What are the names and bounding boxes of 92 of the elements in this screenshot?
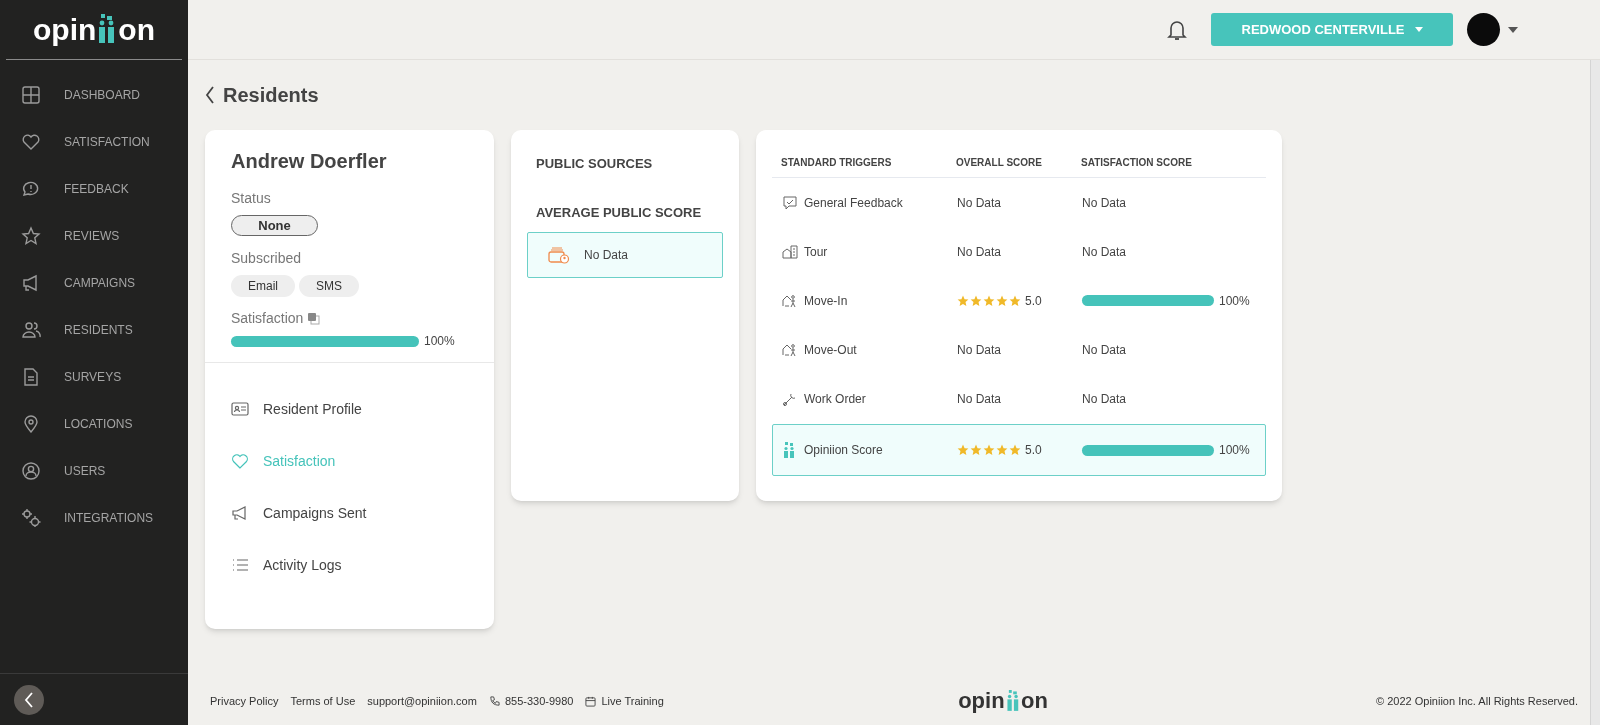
star-icon [996, 444, 1008, 456]
trigger-name: Work Order [804, 390, 866, 408]
star-icon [957, 444, 969, 456]
gears-icon [21, 507, 41, 528]
logo-mark-icon [1005, 689, 1020, 712]
wallet-person-icon [548, 246, 570, 264]
profile-nav-item[interactable]: Campaigns Sent [231, 487, 468, 539]
table-cell-text: No Data [1082, 243, 1127, 261]
column-header: OVERALL SCORE [956, 155, 1043, 170]
column-header: STANDARD TRIGGERS [781, 155, 893, 170]
heart-icon [21, 131, 41, 152]
people-icon [21, 319, 41, 340]
percent-text: 100% [424, 333, 455, 350]
rating-value: 5.0 [1025, 442, 1042, 459]
dashboard-icon [21, 84, 41, 105]
section-title: AVERAGE PUBLIC SCORE [535, 203, 703, 222]
star-icon [970, 294, 982, 307]
trigger-name: Opiniion Score [804, 442, 883, 459]
back-icon[interactable] [205, 86, 215, 104]
page-title: Residents [223, 83, 319, 108]
profile-nav-item[interactable]: Resident Profile [231, 383, 468, 435]
copy-icon[interactable] [307, 312, 321, 325]
chevron-left-icon [24, 691, 34, 708]
table-cell-text: No Data [957, 194, 1002, 212]
star-icon [1009, 444, 1021, 456]
sidebar-item[interactable]: CAMPAIGNS [0, 259, 188, 306]
star-icon [983, 444, 995, 456]
field-label: Subscribed [231, 249, 303, 268]
sidebar-item[interactable]: LOCATIONS [0, 400, 188, 447]
phone-link[interactable]: 855-330-9980 [488, 692, 574, 710]
status-badge: None [231, 215, 318, 236]
field-label: Status [231, 189, 272, 208]
sidebar-item[interactable]: RESIDENTS [0, 306, 188, 353]
location-pin-icon [21, 413, 41, 434]
trigger-name: Tour [804, 243, 828, 261]
star-icon [1009, 294, 1021, 307]
star-icon [970, 444, 982, 456]
star-icon [996, 294, 1008, 307]
column-header: SATISFACTION SCORE [1081, 155, 1193, 170]
table-cell-text: No Data [1082, 194, 1127, 212]
sidebar-item[interactable]: USERS [0, 447, 188, 494]
collapse-button[interactable] [14, 684, 44, 715]
calendar-icon [585, 695, 597, 707]
table-cell-text: No Data [1082, 390, 1127, 408]
buildings-icon [782, 243, 798, 260]
heart-icon [231, 452, 249, 470]
logo: opin on [958, 689, 1048, 713]
channel-tag: Email [231, 275, 295, 297]
user-circle-icon [21, 460, 41, 481]
sidebar-item[interactable]: INTEGRATIONS [0, 494, 188, 541]
section-title: PUBLIC SOURCES [535, 155, 654, 173]
channel-tag: SMS [299, 275, 360, 297]
logo: opin on [33, 14, 155, 45]
sidebar-item[interactable]: REVIEWS [0, 212, 188, 259]
resident-name: Andrew Doerfler [231, 149, 388, 174]
footer-link[interactable]: support@opiniion.com [367, 692, 477, 710]
caret-down-icon[interactable] [1508, 26, 1518, 33]
caret-down-icon [1414, 27, 1423, 32]
bell-icon[interactable] [1167, 18, 1187, 41]
percent-text: 100% [1219, 442, 1250, 459]
star-icon [983, 294, 995, 307]
document-icon [21, 366, 41, 387]
trigger-name: General Feedback [804, 194, 903, 212]
house-walker-icon [782, 341, 798, 358]
field-label: Satisfaction [231, 309, 304, 328]
phone-icon [488, 695, 500, 707]
percent-text: 100% [1219, 292, 1250, 310]
training-link[interactable]: Live Training [585, 692, 664, 710]
chat-check-icon [782, 194, 798, 211]
copyright-text: © 2022 Opiniion Inc. All Rights Reserved. [1376, 693, 1578, 709]
star-icon [21, 225, 41, 246]
megaphone-icon [231, 504, 249, 522]
sidebar-item[interactable]: DASHBOARD [0, 71, 188, 118]
sidebar-item[interactable]: FEEDBACK [0, 165, 188, 212]
avatar[interactable] [1467, 13, 1500, 46]
table-cell-text: No Data [1082, 341, 1127, 359]
list-icon [231, 556, 249, 574]
score-value: No Data [584, 247, 629, 264]
id-card-icon [231, 400, 249, 418]
house-walker-icon [782, 292, 798, 309]
table-cell-text: No Data [957, 341, 1002, 359]
sidebar-item[interactable]: SATISFACTION [0, 118, 188, 165]
table-cell-text: No Data [957, 390, 1002, 408]
profile-nav-item[interactable]: Activity Logs [231, 539, 468, 591]
trigger-name: Move-Out [804, 341, 857, 359]
footer-link[interactable]: Privacy Policy [210, 692, 279, 710]
trigger-name: Move-In [804, 292, 848, 310]
footer-link[interactable]: Terms of Use [290, 692, 356, 710]
sidebar-item[interactable]: SURVEYS [0, 353, 188, 400]
rating-value: 5.0 [1025, 292, 1042, 310]
table-cell-text: No Data [957, 243, 1002, 261]
star-icon [957, 294, 969, 307]
